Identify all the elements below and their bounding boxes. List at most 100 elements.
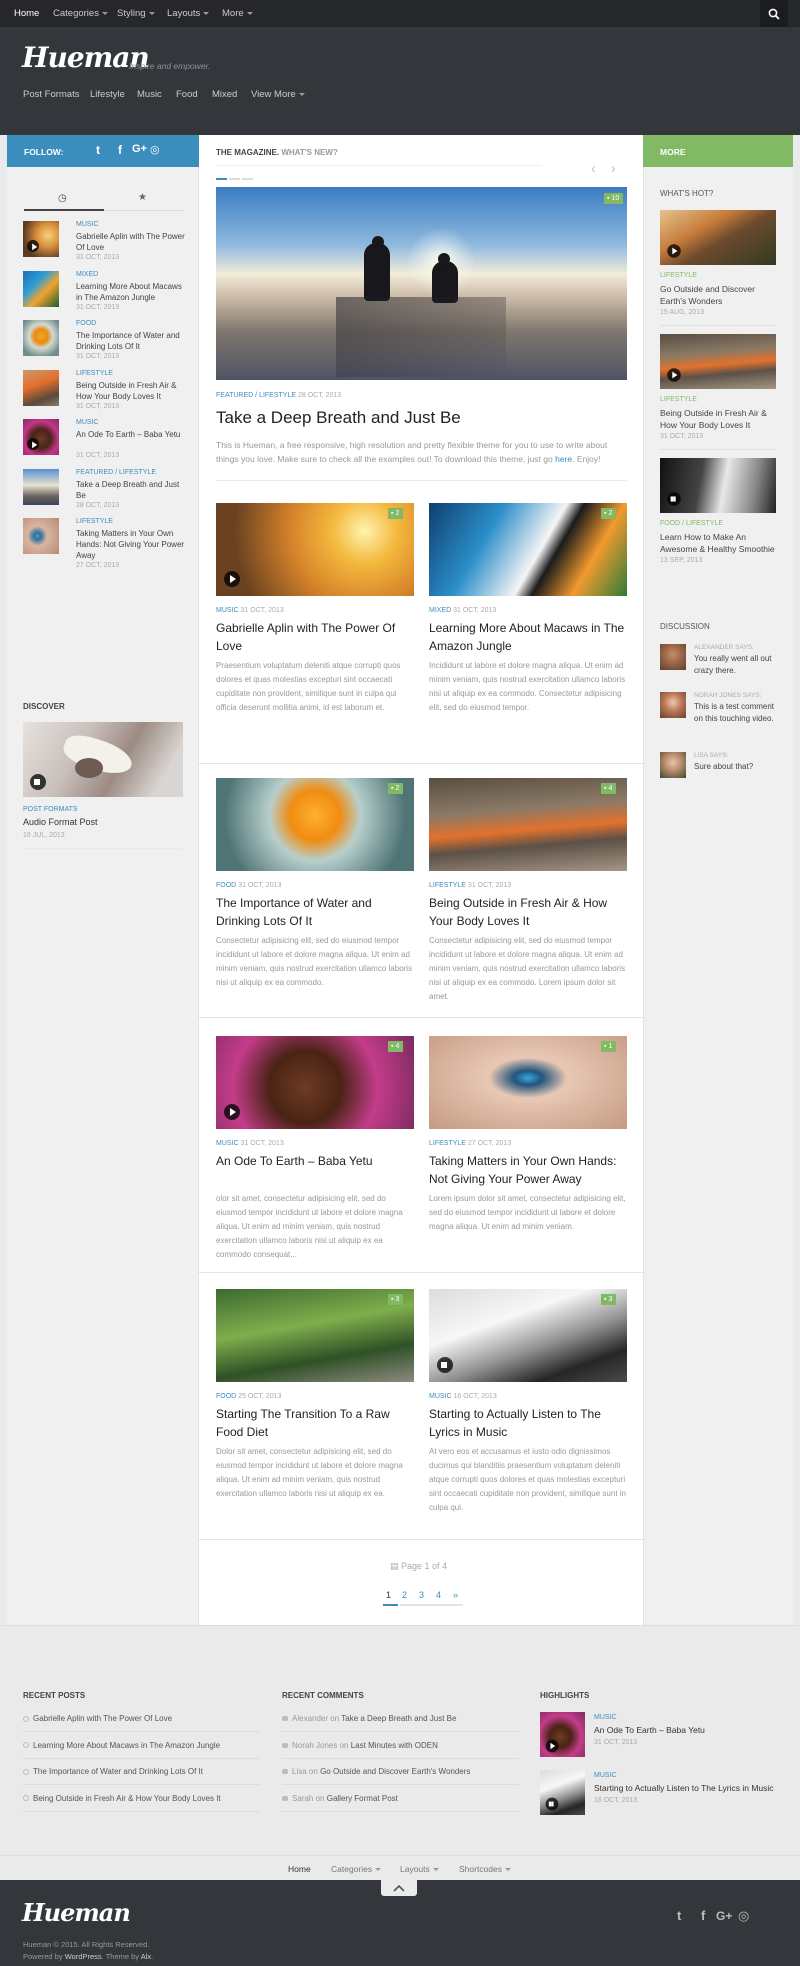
comment-author[interactable]: ALEXANDER SAYS: (694, 644, 754, 651)
featured-image[interactable]: ▪ 10 (216, 187, 627, 380)
post-thumbnail[interactable] (660, 334, 776, 389)
play-icon[interactable] (27, 240, 39, 252)
audio-icon[interactable] (437, 1357, 453, 1373)
post-category[interactable]: MIXED (76, 271, 98, 278)
comment-post-link[interactable]: Last Minutes with ODEN (351, 1741, 438, 1750)
post-category[interactable]: MUSIC (76, 221, 99, 228)
tab-popular[interactable]: ★ (104, 189, 184, 211)
recent-comment-item[interactable]: Alexander on Take a Deep Breath and Just… (282, 1714, 456, 1723)
post-thumbnail[interactable] (23, 468, 59, 505)
audio-icon[interactable] (667, 492, 681, 506)
post-title[interactable]: Learning More About Macaws in The Amazon… (429, 619, 627, 655)
post-title[interactable]: Learning More About Macaws in The Amazon… (76, 281, 186, 303)
avatar[interactable] (660, 692, 686, 718)
post-category[interactable]: LIFESTYLE (660, 396, 697, 403)
post-title[interactable]: Gabrielle Aplin with The Power Of Love (76, 231, 186, 253)
post-title[interactable]: Being Outside in Fresh Air & How Your Bo… (429, 894, 627, 930)
recent-comment-item[interactable]: Sarah on Gallery Format Post (282, 1794, 398, 1803)
comment-count-badge[interactable]: ▪ 3 (601, 1294, 617, 1305)
comment-author[interactable]: Lisa (292, 1767, 307, 1776)
recent-post-item[interactable]: Learning More About Macaws in The Amazon… (23, 1741, 220, 1750)
comment-author[interactable]: NORAH JONES SAYS: (694, 692, 761, 699)
highlight-category[interactable]: MUSIC (594, 1714, 617, 1721)
topnav-layouts[interactable]: Layouts (167, 8, 210, 19)
post-image[interactable]: ▪ 2 (216, 503, 414, 596)
facebook-icon[interactable]: f (118, 143, 122, 157)
comment-count-badge[interactable]: ▪ 2 (388, 783, 404, 794)
recent-post-item[interactable]: Being Outside in Fresh Air & How Your Bo… (23, 1794, 221, 1803)
post-title[interactable]: Take a Deep Breath and Just Be (76, 479, 186, 501)
highlight-title[interactable]: Starting to Actually Listen to The Lyric… (594, 1783, 774, 1794)
featured-title[interactable]: Take a Deep Breath and Just Be (216, 408, 461, 428)
post-thumbnail[interactable] (660, 458, 776, 513)
dribbble-icon[interactable]: ◎ (150, 143, 160, 156)
subnav-post-formats[interactable]: Post Formats (23, 89, 80, 100)
post-title[interactable]: Taking Matters in Your Own Hands: Not Gi… (76, 528, 186, 561)
post-category[interactable]: LIFESTYLE (76, 370, 113, 377)
comment-text[interactable]: Sure about that? (694, 761, 778, 773)
post-title[interactable]: Being Outside in Fresh Air & How Your Bo… (76, 380, 186, 402)
topnav-home[interactable]: Home (14, 8, 39, 19)
comment-count-badge[interactable]: ▪ 1 (601, 1041, 617, 1052)
comment-post-link[interactable]: Take a Deep Breath and Just Be (341, 1714, 456, 1723)
footer-nav-categories[interactable]: Categories (331, 1864, 382, 1874)
post-category[interactable]: FOOD / LIFESTYLE (660, 520, 723, 527)
post-title[interactable]: The Importance of Water and Drinking Lot… (216, 894, 414, 930)
comment-author[interactable]: Alexander (292, 1714, 328, 1723)
recent-post-item[interactable]: The Importance of Water and Drinking Lot… (23, 1767, 203, 1776)
post-thumbnail[interactable] (23, 270, 59, 307)
tab-recent[interactable]: ◷ (24, 189, 104, 211)
page-2[interactable]: 2 (402, 1590, 407, 1600)
facebook-icon[interactable]: f (701, 1908, 705, 1923)
discover-image[interactable] (23, 722, 183, 797)
recent-post-title[interactable]: Being Outside in Fresh Air & How Your Bo… (33, 1794, 221, 1803)
post-image[interactable]: ▪ 2 (429, 503, 627, 596)
subnav-lifestyle[interactable]: Lifestyle (90, 89, 125, 100)
recent-post-title[interactable]: Learning More About Macaws in The Amazon… (33, 1741, 220, 1750)
post-title[interactable]: Go Outside and Discover Earth's Wonders (660, 283, 778, 307)
post-image[interactable]: ▪ 3 (429, 1289, 627, 1382)
post-thumbnail[interactable] (23, 419, 59, 455)
google-plus-icon[interactable]: G+ (132, 143, 147, 155)
subnav-view-more[interactable]: View More (251, 89, 305, 100)
twitter-icon[interactable]: t (677, 1908, 681, 1923)
post-title[interactable]: Learn How to Make An Awesome & Healthy S… (660, 531, 778, 555)
post-category[interactable]: LIFESTYLE (76, 518, 113, 525)
topnav-more[interactable]: More (222, 8, 253, 19)
comment-count-badge[interactable]: ▪ 3 (388, 1294, 404, 1305)
topnav-styling[interactable]: Styling (117, 8, 155, 19)
post-image[interactable]: ▪ 2 (216, 778, 414, 871)
comment-post-link[interactable]: Go Outside and Discover Earth's Wonders (320, 1767, 470, 1776)
google-plus-icon[interactable]: G+ (716, 1909, 732, 1923)
recent-post-title[interactable]: Gabrielle Aplin with The Power Of Love (33, 1714, 172, 1723)
post-category[interactable]: FOOD (216, 1393, 236, 1400)
avatar[interactable] (660, 752, 686, 778)
comment-text[interactable]: You really went all out crazy there. (694, 653, 778, 677)
slider-dot[interactable] (242, 178, 253, 180)
comment-count-badge[interactable]: ▪ 2 (601, 508, 617, 519)
comment-author[interactable]: LISA SAYS: (694, 752, 728, 759)
comment-post-link[interactable]: Gallery Format Post (327, 1794, 398, 1803)
page-1[interactable]: 1 (386, 1590, 391, 1600)
play-icon[interactable] (27, 438, 39, 450)
download-link[interactable]: here (555, 454, 572, 464)
theme-author-link[interactable]: Alx (141, 1952, 151, 1961)
footer-nav-shortcodes[interactable]: Shortcodes (459, 1864, 511, 1874)
search-button[interactable] (760, 0, 788, 27)
comment-author[interactable]: Norah Jones (292, 1741, 337, 1750)
play-icon[interactable] (667, 244, 681, 258)
post-category[interactable]: FOOD (76, 320, 96, 327)
subnav-mixed[interactable]: Mixed (212, 89, 237, 100)
footer-nav-layouts[interactable]: Layouts (400, 1864, 439, 1874)
post-category[interactable]: MIXED (429, 607, 451, 614)
post-image[interactable]: ▪ 3 (216, 1289, 414, 1382)
page-4[interactable]: 4 (436, 1590, 441, 1600)
post-category[interactable]: MUSIC (76, 419, 99, 426)
highlight-title[interactable]: An Ode To Earth – Baba Yetu (594, 1725, 774, 1736)
back-to-top-button[interactable] (381, 1880, 417, 1896)
footer-logo[interactable]: Hueman (22, 1898, 131, 1927)
comment-count-badge[interactable]: ▪ 2 (388, 508, 404, 519)
comment-text[interactable]: This is a test comment on this touching … (694, 701, 778, 725)
subnav-music[interactable]: Music (137, 89, 162, 100)
recent-post-item[interactable]: Gabrielle Aplin with The Power Of Love (23, 1714, 172, 1723)
